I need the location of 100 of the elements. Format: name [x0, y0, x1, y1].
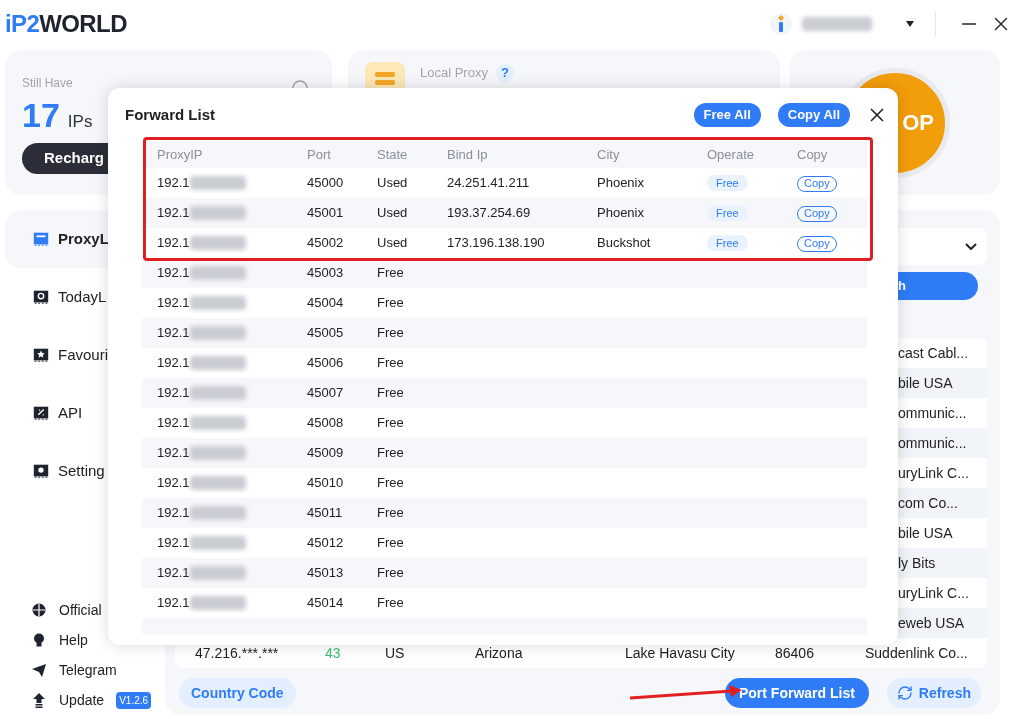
refresh-icon	[896, 685, 913, 701]
clock-icon	[32, 288, 50, 306]
dialog-action-button[interactable]: Free All	[693, 103, 761, 127]
table-cell-text: 45000	[307, 174, 345, 193]
table-cell-text: Arizona	[475, 643, 524, 663]
free-button[interactable]: Free	[707, 205, 748, 222]
table-cell-text: 192.1	[157, 474, 190, 493]
table-cell-text: Free	[377, 264, 405, 283]
free-button[interactable]: Free	[707, 175, 748, 192]
footer-link[interactable]: Help	[59, 629, 88, 651]
port-forward-list-button[interactable]: Port Forward List	[724, 678, 869, 708]
column-header: City	[597, 146, 621, 165]
table-cell-text: ommunic...	[898, 433, 967, 453]
table-cell: 24.251.41.211	[447, 175, 530, 191]
table-cell-text: 192.1	[157, 174, 190, 193]
table-cell-text: cast Cabl...	[898, 343, 969, 363]
column-header: ProxyIP	[157, 146, 204, 165]
free-button[interactable]: Free	[707, 235, 748, 252]
table-cell-text: 192.1	[157, 264, 190, 283]
gear-icon	[32, 462, 50, 480]
paper-plane-icon	[31, 662, 47, 678]
table-cell-text: Free	[377, 474, 405, 493]
table-cell-text: bile USA	[898, 523, 953, 543]
table-cell-text: 45014	[307, 594, 345, 613]
table-cell-text: 192.1	[157, 204, 190, 223]
table-cell-text: 192.1	[157, 444, 190, 463]
table-cell-text: 45011	[307, 504, 344, 523]
table-cell-text: Free	[377, 444, 405, 463]
chevron-icon	[965, 243, 977, 250]
table-cell-text: bile USA	[898, 373, 953, 393]
table-cell: Buckshot	[597, 235, 651, 251]
local-proxy-label: Local Proxy	[420, 64, 488, 82]
table-cell-text: 45012	[307, 534, 345, 553]
table-cell-text: Free	[377, 414, 405, 433]
table-cell-text: Used	[377, 234, 409, 253]
help-badge[interactable]: ?	[495, 63, 514, 82]
blurred-text	[189, 266, 246, 280]
table-cell-text: 192.1	[157, 534, 190, 553]
table-cell-text: Free	[377, 564, 405, 583]
caret-icon[interactable]	[905, 20, 915, 28]
blurred-text	[189, 356, 246, 370]
table-cell-text: 192.1	[157, 294, 190, 313]
table-cell-text: com Co...	[898, 493, 958, 513]
table-cell-text: ommunic...	[898, 403, 967, 423]
blurred-text	[189, 536, 246, 550]
country-code-button[interactable]: Country Code	[179, 678, 296, 708]
table-cell-text: eweb USA	[898, 613, 965, 633]
table-cell-text: 192.1	[157, 384, 190, 403]
blurred-text	[189, 506, 246, 520]
refresh-button[interactable]: Refresh	[886, 678, 981, 708]
blurred-text	[189, 416, 246, 430]
table-cell-text: 192.1	[157, 324, 190, 343]
table-cell-text: 192.1	[157, 594, 190, 613]
table-cell-text: 192.1	[157, 354, 190, 373]
blurred-text	[189, 476, 246, 490]
table-cell-text: 86406	[775, 643, 815, 663]
list-icon	[32, 230, 50, 248]
plug-icon	[32, 404, 50, 422]
table-cell: Phoenix	[597, 205, 644, 221]
table-cell-text: Used	[377, 174, 409, 193]
version-badge: V1.2.6	[116, 691, 152, 709]
table-cell: 173.196.138.190	[447, 235, 545, 251]
table-cell-text: 192.1	[157, 234, 190, 253]
table-cell-text: 45008	[307, 414, 345, 433]
blurred-text	[189, 296, 246, 310]
column-header: Bind Ip	[447, 146, 489, 165]
table-cell-text: 45010	[307, 474, 345, 493]
table-cell-text: 45013	[307, 564, 345, 583]
table-cell-text: 192.1	[157, 564, 190, 583]
table-cell: 193.37.254.69	[447, 205, 531, 221]
dialog-action-button[interactable]: Copy All	[777, 103, 850, 127]
table-cell: Phoenix	[597, 175, 644, 191]
table-cell-text: 45009	[307, 444, 345, 463]
table-cell-text: Free	[377, 534, 405, 553]
table-cell-text: 45001	[307, 204, 345, 223]
bulb-icon	[31, 632, 47, 648]
column-header: Operate	[707, 146, 755, 165]
footer-link[interactable]: Telegram	[59, 659, 117, 681]
column-header: State	[377, 146, 409, 165]
footer-link[interactable]: Official	[59, 599, 102, 621]
user-icon	[770, 11, 792, 37]
table-cell-text: Lake Havasu City	[625, 643, 736, 663]
table-cell-text: uryLink C...	[898, 583, 969, 603]
table-cell-text: Free	[377, 384, 405, 403]
balance-label: Still Have	[22, 75, 73, 92]
column-header: Copy	[797, 146, 829, 165]
globe-icon	[31, 602, 47, 618]
table-cell-text: Suddenlink Co...	[865, 643, 968, 663]
table-cell-text: US	[385, 643, 406, 663]
table-cell-text: 45005	[307, 324, 345, 343]
table-cell-text: Used	[377, 204, 409, 223]
table-cell-text: Free	[377, 324, 405, 343]
table-cell-text: 47.216.***.***	[195, 643, 280, 663]
table-cell-text: ly Bits	[898, 553, 936, 573]
blurred-text	[189, 176, 246, 190]
dialog-title: Forward List	[125, 104, 215, 125]
table-cell-text: 192.1	[157, 504, 190, 523]
table-cell-text: Free	[377, 354, 405, 373]
upload-icon	[31, 692, 47, 708]
footer-link[interactable]: Update	[59, 689, 105, 711]
